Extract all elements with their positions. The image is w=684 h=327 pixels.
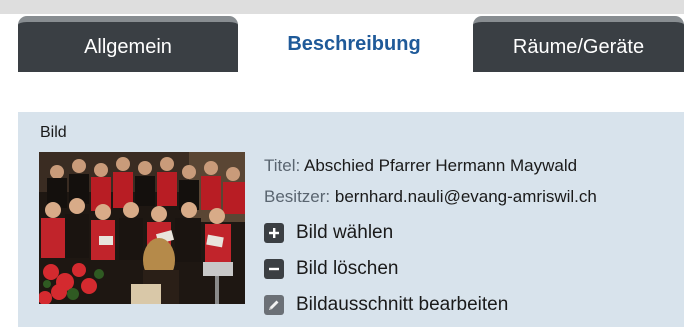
edit-crop-button[interactable]: Bildausschnitt bearbeiten (264, 292, 508, 318)
choose-image-label: Bild wählen (296, 222, 394, 243)
image-section-label: Bild (40, 124, 67, 141)
plus-icon (264, 223, 284, 243)
image-title-value: Abschied Pfarrer Hermann Maywald (304, 156, 578, 175)
choir-photo (39, 152, 245, 304)
image-owner-value: bernhard.nauli@evang-amriswil.ch (334, 187, 597, 206)
tab-beschreibung[interactable]: Beschreibung (247, 16, 461, 90)
tab-allgemein[interactable]: Allgemein (18, 16, 238, 72)
edit-crop-label: Bildausschnitt bearbeiten (296, 294, 509, 315)
tab-raeume-geraete-label: Räume/Geräte (512, 35, 645, 58)
tab-bar: Allgemein Beschreibung Räume/Geräte (0, 0, 684, 90)
image-title-key: Titel: (264, 156, 301, 175)
tab-allgemein-label: Allgemein (84, 35, 172, 58)
tab-beschreibung-label: Beschreibung (287, 32, 421, 55)
pencil-icon (264, 295, 284, 315)
delete-image-label: Bild löschen (296, 258, 399, 279)
image-panel: Bild Titel: Abschied Pfarrer Hermann May… (18, 112, 684, 327)
delete-image-button[interactable]: Bild löschen (264, 256, 398, 282)
image-owner-key: Besitzer: (264, 187, 331, 206)
image-title: Titel: Abschied Pfarrer Hermann Maywald (264, 156, 577, 176)
choose-image-button[interactable]: Bild wählen (264, 220, 393, 246)
image-owner: Besitzer: bernhard.nauli@evang-amriswil.… (264, 187, 597, 207)
tab-raeume-geraete[interactable]: Räume/Geräte (473, 16, 684, 72)
minus-icon (264, 259, 284, 279)
